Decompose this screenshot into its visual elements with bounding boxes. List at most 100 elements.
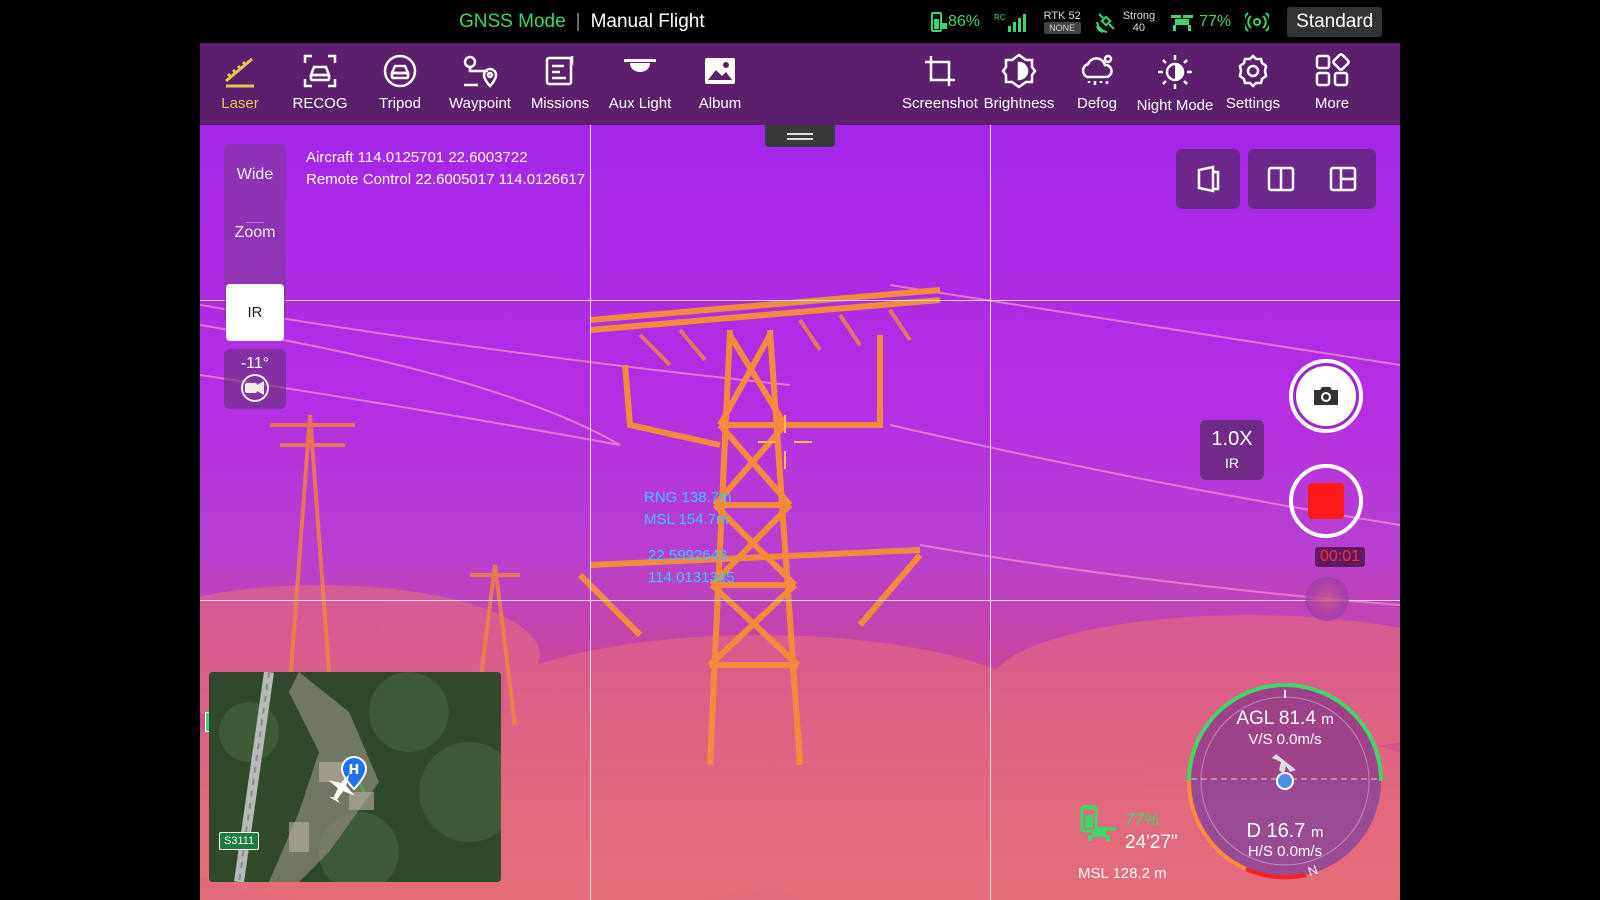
tripod-button[interactable]: Tripod [360, 43, 440, 125]
distance-value: 16.7 [1266, 820, 1306, 842]
night-mode-icon [1158, 55, 1192, 89]
flight-profile-badge[interactable]: Standard [1287, 7, 1383, 37]
settings-button[interactable]: Settings [1213, 43, 1293, 125]
range-value: RNG 138.7m [644, 489, 732, 506]
more-button[interactable]: More [1292, 43, 1372, 125]
view-layout-controls [1176, 149, 1376, 209]
zoom-level: 1.0X [1211, 428, 1253, 450]
rtk-status[interactable]: RTK 52 NONE [1043, 10, 1081, 34]
rc-battery-value: 77% [1199, 13, 1232, 30]
lens-wide-button[interactable]: Wide [224, 166, 286, 184]
gimbal-pitch-control[interactable]: -11° [224, 349, 286, 409]
waypoint-label: Waypoint [449, 95, 511, 112]
status-separator: | [575, 11, 581, 32]
waypoint-icon [463, 55, 498, 88]
camera-icon [1314, 387, 1338, 405]
aircraft-battery-icon [1080, 805, 1116, 841]
laser-icon [225, 57, 254, 88]
screenshot-icon [925, 56, 955, 86]
settings-icon [1238, 54, 1268, 88]
missions-icon [545, 56, 574, 86]
album-button[interactable]: Album [680, 43, 760, 125]
pip-view-icon[interactable] [1329, 165, 1357, 193]
lens-divider [246, 222, 264, 223]
aux-light-button[interactable]: Aux Light [600, 43, 680, 125]
recog-icon [303, 54, 337, 88]
camera-view[interactable]: Wide Zoom IR -11° Aircraft 114.0125701 2… [200, 125, 1400, 900]
more-label: More [1314, 95, 1350, 112]
recog-button[interactable]: RECOG [280, 43, 360, 125]
album-label: Album [698, 95, 742, 112]
aircraft-position-icon [328, 774, 355, 803]
split-view-icon[interactable] [1267, 165, 1295, 193]
flight-mode-indicator[interactable]: GNSS Mode | Manual Flight [459, 11, 705, 33]
view-swap-button[interactable] [1176, 149, 1240, 209]
battery-icon [931, 12, 947, 32]
brightness-label: Brightness [983, 95, 1055, 112]
brightness-button[interactable]: Brightness [979, 43, 1059, 125]
rtk-label: RTK 52 [1043, 10, 1081, 22]
flight-mode-label: Manual Flight [590, 11, 705, 32]
minimap[interactable]: H S3111 [209, 672, 501, 882]
link-status[interactable] [1245, 10, 1270, 34]
record-video-button[interactable] [1289, 464, 1363, 538]
waypoint-button[interactable]: Waypoint [440, 43, 520, 125]
tripod-icon [383, 54, 417, 88]
position-readout: Aircraft 114.0125701 22.6003722 Remote C… [306, 147, 585, 191]
satellite-icon [1095, 13, 1115, 33]
agl-value: 81.4 [1278, 708, 1316, 729]
grid-line-v1 [590, 125, 591, 900]
toolbar-collapse-handle[interactable] [765, 125, 835, 147]
screenshot-label: Screenshot [902, 95, 978, 112]
rc-label: RC [994, 13, 1006, 22]
record-stop-icon [1308, 483, 1344, 519]
rc-signal-status[interactable]: RC [994, 12, 1030, 32]
vertical-speed: V/S 0.0m/s [1248, 731, 1322, 748]
settings-label: Settings [1225, 95, 1281, 112]
agl-unit: m [1321, 711, 1334, 728]
signal-strength-label: Strong [1122, 10, 1156, 22]
rc-battery-icon [1171, 15, 1194, 31]
distance-readout: D 16.7 m [1210, 820, 1360, 843]
defog-icon [1081, 54, 1113, 85]
horizontal-speed: H/S 0.0m/s [1247, 843, 1323, 860]
laser-measurement-readout: RNG 138.7m MSL 154.7m 22.5992643 114.013… [644, 487, 734, 589]
grid-line-h1 [200, 300, 1400, 301]
agl-readout: AGL 81.4 m [1210, 708, 1360, 730]
rc-battery-status[interactable]: 77% [1169, 11, 1231, 33]
link-icon [1245, 12, 1270, 32]
lens-zoom-button[interactable]: Zoom [224, 224, 286, 242]
target-msl-value: MSL 154.7m [644, 511, 729, 528]
aux-light-icon [624, 59, 656, 72]
capture-photo-button[interactable] [1289, 359, 1363, 433]
lens-ir-button[interactable]: IR [226, 284, 284, 341]
aircraft-battery-status[interactable]: 86% [928, 11, 980, 33]
gimbal-icon [241, 374, 269, 402]
screenshot-button[interactable]: Screenshot [900, 43, 980, 125]
last-capture-thumbnail[interactable] [1305, 577, 1349, 621]
remote-control-position: Remote Control 22.6005017 114.0126617 [306, 171, 586, 188]
target-latitude: 22.5992643 [648, 547, 728, 564]
gimbal-pitch-value: -11° [240, 355, 270, 372]
brightness-icon [1001, 53, 1037, 89]
recording-timer: 00:01 [1315, 547, 1366, 567]
status-bar: GNSS Mode | Manual Flight 86% RC RTK 52 … [0, 0, 1600, 43]
crosshair-reticle [758, 415, 812, 469]
grid-line-v2 [990, 125, 991, 900]
swap-view-icon [1197, 165, 1220, 193]
tripod-label: Tripod [379, 95, 421, 112]
laser-button[interactable]: Laser [200, 43, 280, 125]
road-label: S3111 [219, 832, 260, 850]
missions-label: Missions [530, 95, 590, 112]
defog-button[interactable]: Defog [1057, 43, 1137, 125]
zoom-lens-mode: IR [1225, 455, 1239, 471]
missions-button[interactable]: Missions [520, 43, 600, 125]
distance-label: D [1246, 820, 1261, 842]
night-mode-button[interactable]: Night Mode [1135, 43, 1215, 125]
zoom-indicator[interactable]: 1.0X IR [1200, 420, 1264, 480]
rtk-state: NONE [1043, 22, 1081, 34]
laser-label: Laser [221, 95, 259, 112]
aircraft-msl: MSL 128.2 m [1078, 865, 1167, 882]
gnss-signal-status[interactable]: Strong 40 [1095, 10, 1155, 34]
top-toolbar: Laser RECOG Tripod Waypoint Missions Aux… [200, 43, 1400, 125]
